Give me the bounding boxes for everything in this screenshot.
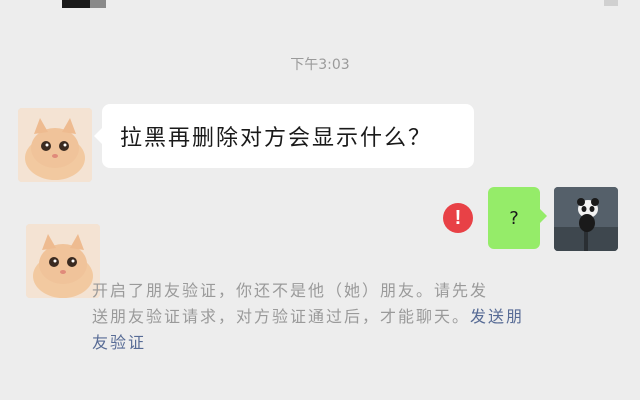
panda-avatar[interactable] <box>554 187 618 251</box>
friend-verification-notice: 开启了朋友验证，你还不是他（她）朋友。请先发 送朋友验证请求，对方验证通过后，才… <box>92 278 592 356</box>
send-verification-link[interactable]: 发送朋 <box>470 307 524 326</box>
notice-line-3: 友验证 <box>92 330 592 356</box>
notice-line-1: 开启了朋友验证，你还不是他（她）朋友。请先发 <box>92 281 489 300</box>
cropped-header-block-3 <box>604 0 618 6</box>
notice-line-2-text: 送朋友验证请求，对方验证通过后，才能聊天。 <box>92 307 471 326</box>
received-message-bubble[interactable]: 拉黑再删除对方会显示什么？ <box>94 104 474 168</box>
sent-message-bubble[interactable]: ? <box>488 187 547 249</box>
cat-avatar[interactable] <box>18 108 92 182</box>
send-verification-link-cont[interactable]: 友验证 <box>92 333 146 352</box>
chat-screen: 下午3:03 拉黑再删除对方会显示什么？ ! ? 开启了朋友验证，你还不是他（她… <box>0 0 640 400</box>
cropped-header-block <box>62 0 90 8</box>
notice-line-2: 送朋友验证请求，对方验证通过后，才能聊天。发送朋 <box>92 304 592 330</box>
cat-avatar[interactable] <box>26 224 100 298</box>
message-timestamp: 下午3:03 <box>290 57 350 73</box>
cropped-header-block-2 <box>90 0 106 8</box>
send-failed-icon[interactable]: ! <box>443 203 473 233</box>
